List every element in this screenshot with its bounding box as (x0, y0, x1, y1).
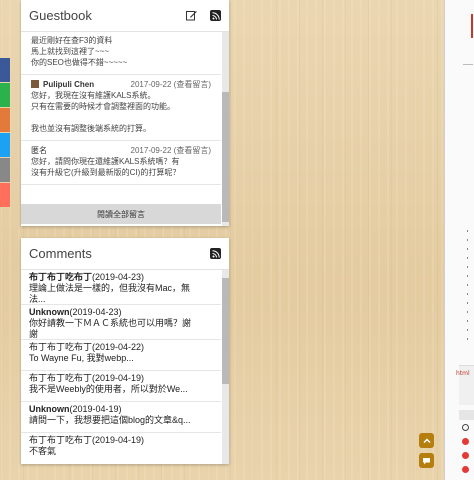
guestbook-entry-text: 只有在需要的時候才會調整裡面的功能。 (31, 102, 175, 111)
comment-text[interactable]: To Wayne Fu, 我對webp... (29, 353, 213, 364)
comments-scrollbar-thumb[interactable] (222, 278, 229, 384)
read-all-messages-button[interactable]: 閱讀全部留言 (21, 204, 221, 224)
rss-icon[interactable] (210, 10, 221, 21)
devtools-divider (463, 64, 473, 65)
comments-widget: Comments 布丁布丁吃布丁(2019-04-23) 理論上做法是一樣的，但… (21, 238, 229, 464)
devtools-tree-lines (467, 230, 468, 340)
guestbook-entry-text: 您好，我現在沒有維護KALS系統。 (31, 91, 156, 100)
comment-author: Unknown (29, 307, 70, 317)
guestbook-widget: Guestbook 最近剛好在查F3的資料 馬上就找到這裡了~~~ 你的SEO也… (21, 0, 229, 226)
guestbook-entry-text: 馬上就找到這裡了~~~ (31, 47, 110, 56)
comment-date: (2019-04-19) (69, 404, 122, 414)
chevron-up-icon (422, 437, 431, 443)
guestbook-entry: 匿名 2017-09-22 (查看留言) 您好，請問你現在還維護KALS系統嗎？… (21, 141, 221, 185)
comment-date: (2019-04-23) (69, 307, 122, 317)
share-print-button[interactable] (0, 158, 10, 182)
social-share-bar (0, 58, 10, 208)
guestbook-title: Guestbook (29, 8, 92, 23)
comment-date: (2019-04-22) (92, 342, 145, 352)
avatar (31, 80, 39, 88)
devtools-error-icon[interactable] (462, 466, 469, 473)
guestbook-scrollbar-thumb[interactable] (222, 92, 229, 222)
comment-text[interactable]: 請問一下，我想要把這個blog的文章&q... (29, 415, 213, 426)
devtools-marker (471, 14, 473, 38)
comment-author: 布丁布丁吃布丁 (29, 342, 93, 352)
devtools-error-icon[interactable] (462, 452, 469, 459)
guestbook-entry-author[interactable]: Pulipuli Chen (43, 79, 94, 90)
comment-author: 布丁布丁吃布丁 (29, 435, 93, 445)
guestbook-entry: 最近剛好在查F3的資料 馬上就找到這裡了~~~ 你的SEO也做得不錯~~~~~ (21, 32, 221, 75)
comment-item[interactable]: 布丁布丁吃布丁(2019-04-23) 理論上做法是一樣的，但我沒有Mac，無 … (21, 270, 221, 305)
comment-author: 布丁布丁吃布丁 (29, 272, 93, 282)
guestbook-entry-date[interactable]: 2017-09-22 (查看留言) (131, 145, 211, 156)
share-more-button[interactable] (0, 183, 10, 207)
share-facebook-button[interactable] (0, 58, 10, 82)
comment-date: (2019-04-23) (92, 272, 145, 282)
comments-list: 布丁布丁吃布丁(2019-04-23) 理論上做法是一樣的，但我沒有Mac，無 … (21, 270, 221, 464)
devtools-error-icon[interactable] (462, 424, 469, 431)
comment-text[interactable]: 我不是Weebly的使用者，所以對於We... (29, 384, 213, 395)
comment-text[interactable]: 理論上做法是一樣的，但我沒有Mac，無 (29, 283, 213, 294)
pencil-icon[interactable] (186, 10, 197, 21)
comment-item[interactable]: 布丁布丁吃布丁(2019-04-19) 我不是Weebly的使用者，所以對於We… (21, 371, 221, 402)
devtools-error-icon[interactable] (462, 438, 469, 445)
guestbook-scrollbar[interactable] (222, 32, 229, 226)
chat-icon (423, 457, 430, 464)
share-plurk-button[interactable] (0, 108, 10, 132)
devtools-html-label[interactable]: html (456, 370, 470, 377)
comment-item[interactable]: 布丁布丁吃布丁(2019-04-22) To Wayne Fu, 我對webp.… (21, 340, 221, 371)
chat-button[interactable] (419, 453, 434, 468)
comments-scrollbar[interactable] (222, 270, 229, 464)
back-to-top-button[interactable] (419, 433, 434, 448)
share-line-button[interactable] (0, 83, 10, 107)
comment-author: 布丁布丁吃布丁 (29, 373, 93, 383)
guestbook-entry-text: 您好，請問你現在還維護KALS系統嗎？有 (31, 157, 180, 166)
rss-icon[interactable] (210, 248, 221, 259)
devtools-toolbar[interactable] (459, 410, 474, 420)
comment-item[interactable]: Unknown(2019-04-23) 你好請教一下ＭＡＣ系統也可以用嗎？謝 謝 (21, 305, 221, 340)
guestbook-header: Guestbook (21, 0, 229, 32)
comment-author: Unknown (29, 404, 70, 414)
guestbook-entry-date[interactable]: 2017-09-22 (查看留言) (131, 79, 211, 90)
share-twitter-button[interactable] (0, 133, 10, 157)
comment-item[interactable]: Unknown(2019-04-19) 請問一下，我想要把這個blog的文章&q… (21, 402, 221, 433)
devtools-panel (444, 0, 474, 480)
guestbook-entry-text (31, 112, 211, 123)
guestbook-entry-author: 匿名 (31, 145, 47, 155)
guestbook-entry: Pulipuli Chen 2017-09-22 (查看留言) 您好，我現在沒有… (21, 75, 221, 141)
comment-date: (2019-04-19) (92, 373, 145, 383)
guestbook-entry-text: 你的SEO也做得不錯~~~~~ (31, 58, 128, 67)
comment-text[interactable]: 不客氣 (29, 446, 213, 457)
guestbook-entry-text: 沒有升級它(升級到最新版的CI)的打算呢？ (31, 168, 181, 177)
comment-date: (2019-04-19) (92, 435, 145, 445)
comments-title: Comments (29, 246, 92, 261)
comments-header: Comments (21, 238, 229, 270)
comment-text[interactable]: 法... (29, 294, 213, 305)
comment-text[interactable]: 謝 (29, 329, 213, 340)
guestbook-entries: 最近剛好在查F3的資料 馬上就找到這裡了~~~ 你的SEO也做得不錯~~~~~ … (21, 32, 221, 204)
comment-item[interactable]: 布丁布丁吃布丁(2019-04-19) 不客氣 (21, 433, 221, 464)
guestbook-entry-text: 最近剛好在查F3的資料 (31, 36, 113, 45)
guestbook-entry-text: 我也並沒有調整後端系統的打算。 (31, 124, 151, 133)
comment-text[interactable]: 你好請教一下ＭＡＣ系統也可以用嗎？謝 (29, 318, 213, 329)
